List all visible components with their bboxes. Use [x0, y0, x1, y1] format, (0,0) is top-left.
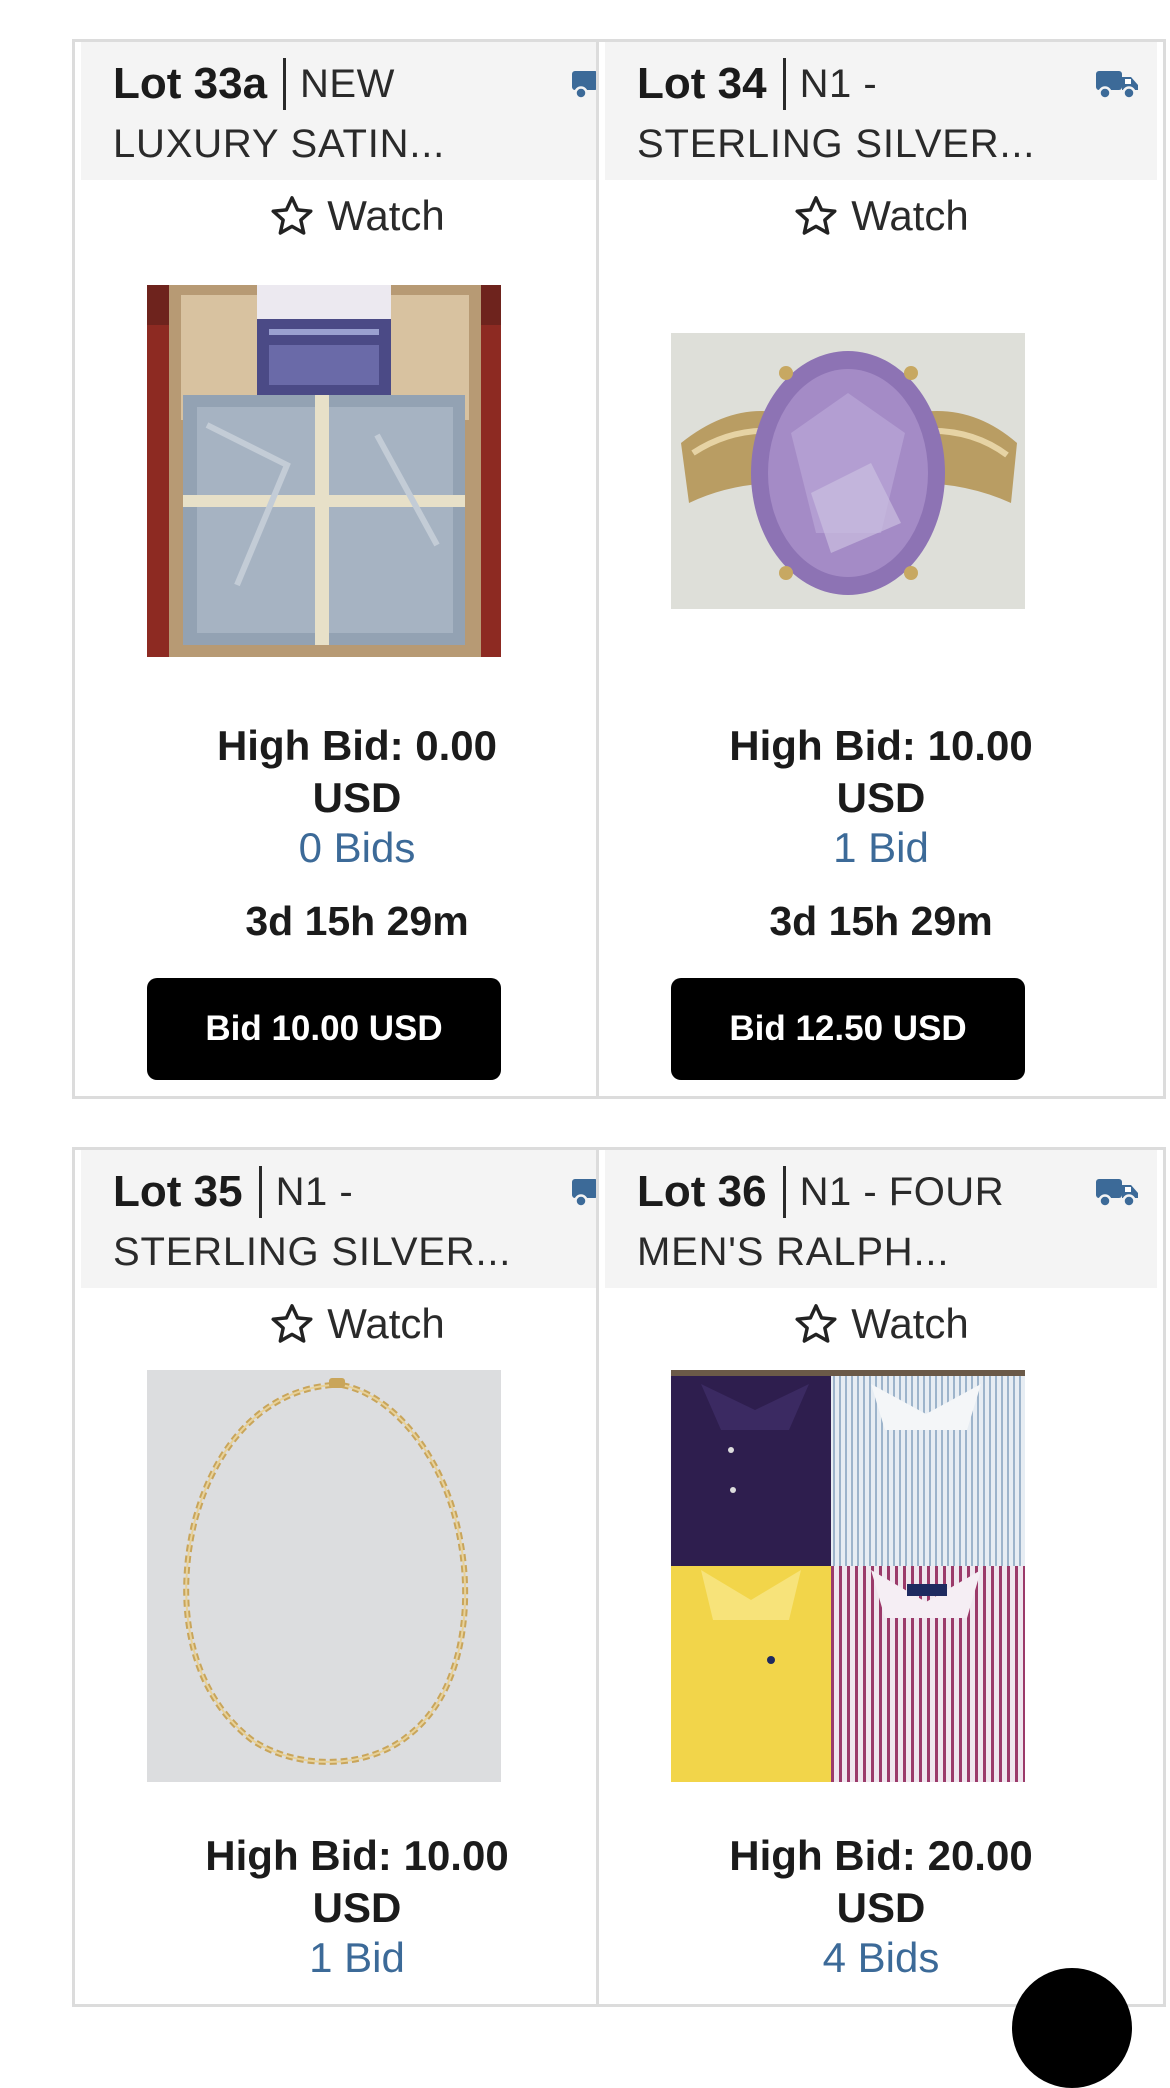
lot-number: Lot 36 [637, 1167, 767, 1216]
bid-count-link[interactable]: 0 Bids [75, 824, 639, 872]
lot-card[interactable]: Lot 35 N1 - STERLING SILVER... Watch Hig… [72, 1147, 642, 2007]
lot-title-line[interactable]: Lot 35 N1 - [113, 1164, 353, 1220]
bid-count-link[interactable]: 1 Bid [599, 824, 1163, 872]
lot-card[interactable]: Lot 34 N1 - STERLING SILVER... Watch Hig… [596, 39, 1166, 1099]
high-bid-currency: USD [312, 1884, 402, 1931]
lot-divider [258, 1166, 262, 1218]
lot-title-start: N1 - [799, 61, 878, 106]
lot-card[interactable]: Lot 36 N1 - FOUR MEN'S RALPH... Watch Hi… [596, 1147, 1166, 2007]
lot-title-start: N1 - FOUR [799, 1169, 1005, 1214]
lot-divider [283, 58, 287, 110]
lot-header: Lot 35 N1 - STERLING SILVER... [81, 1150, 633, 1288]
lot-title-line[interactable]: Lot 33a NEW [113, 56, 395, 112]
star-icon [271, 196, 313, 235]
shipping-truck-icon [1096, 1179, 1138, 1208]
watch-label: Watch [327, 192, 445, 239]
watch-button[interactable]: Watch [75, 1292, 639, 1356]
star-icon [795, 196, 837, 235]
watch-label: Watch [851, 192, 969, 239]
high-bid: High Bid: 0.00 USD [75, 720, 639, 824]
lot-header: Lot 34 N1 - STERLING SILVER... [605, 42, 1157, 180]
high-bid: High Bid: 10.00 USD [75, 1830, 639, 1934]
high-bid-amount: High Bid: 20.00 [729, 1832, 1033, 1879]
high-bid-amount: High Bid: 10.00 [729, 722, 1033, 769]
lot-title-start: N1 - [275, 1169, 354, 1214]
bid-button[interactable]: Bid 10.00 USD [147, 978, 501, 1080]
star-icon [795, 1304, 837, 1343]
lot-divider [782, 1166, 786, 1218]
lot-number: Lot 33a [113, 59, 268, 108]
high-bid-amount: High Bid: 10.00 [205, 1832, 509, 1879]
chain-necklace-image [147, 1370, 501, 1782]
lot-title-line[interactable]: Lot 34 N1 - [637, 56, 877, 112]
high-bid-currency: USD [836, 774, 926, 821]
lot-number: Lot 34 [637, 59, 767, 108]
watch-button[interactable]: Watch [599, 184, 1163, 248]
watch-button[interactable]: Watch [75, 184, 639, 248]
lot-divider [782, 58, 786, 110]
lot-card[interactable]: Lot 33a NEW LUXURY SATIN... Watch High B… [72, 39, 642, 1099]
amethyst-ring-image [671, 333, 1025, 609]
bed-sheet-box-image [147, 285, 501, 657]
lot-title[interactable]: LUXURY SATIN... [113, 122, 445, 167]
watch-label: Watch [851, 1300, 969, 1347]
bid-count-link[interactable]: 1 Bid [75, 1934, 639, 1982]
high-bid-amount: High Bid: 0.00 [216, 722, 498, 769]
lot-title[interactable]: STERLING SILVER... [113, 1230, 511, 1275]
time-remaining: 3d 15h 29m [245, 898, 469, 944]
shirts-image [671, 1370, 1025, 1782]
lot-photo[interactable] [147, 285, 501, 657]
watch-button[interactable]: Watch [599, 1292, 1163, 1356]
star-icon [271, 1304, 313, 1343]
lot-number: Lot 35 [113, 1167, 243, 1216]
lot-title-start: NEW [300, 61, 395, 106]
lot-header: Lot 33a NEW LUXURY SATIN... [81, 42, 633, 180]
bid-button[interactable]: Bid 12.50 USD [671, 978, 1025, 1080]
high-bid-currency: USD [312, 774, 402, 821]
lot-header: Lot 36 N1 - FOUR MEN'S RALPH... [605, 1150, 1157, 1288]
floating-chat-button[interactable] [1012, 1968, 1132, 2088]
lot-title[interactable]: MEN'S RALPH... [637, 1230, 949, 1275]
lot-title[interactable]: STERLING SILVER... [637, 122, 1035, 167]
time-remaining: 3d 15h 29m [769, 898, 993, 944]
high-bid: High Bid: 10.00 USD [599, 720, 1163, 824]
lot-title-line[interactable]: Lot 36 N1 - FOUR [637, 1164, 1004, 1220]
high-bid-currency: USD [836, 1884, 926, 1931]
high-bid: High Bid: 20.00 USD [599, 1830, 1163, 1934]
watch-label: Watch [327, 1300, 445, 1347]
shipping-truck-icon [1096, 71, 1138, 100]
lot-photo[interactable] [671, 333, 1025, 609]
lot-photo[interactable] [671, 1370, 1025, 1782]
lot-photo[interactable] [147, 1370, 501, 1782]
